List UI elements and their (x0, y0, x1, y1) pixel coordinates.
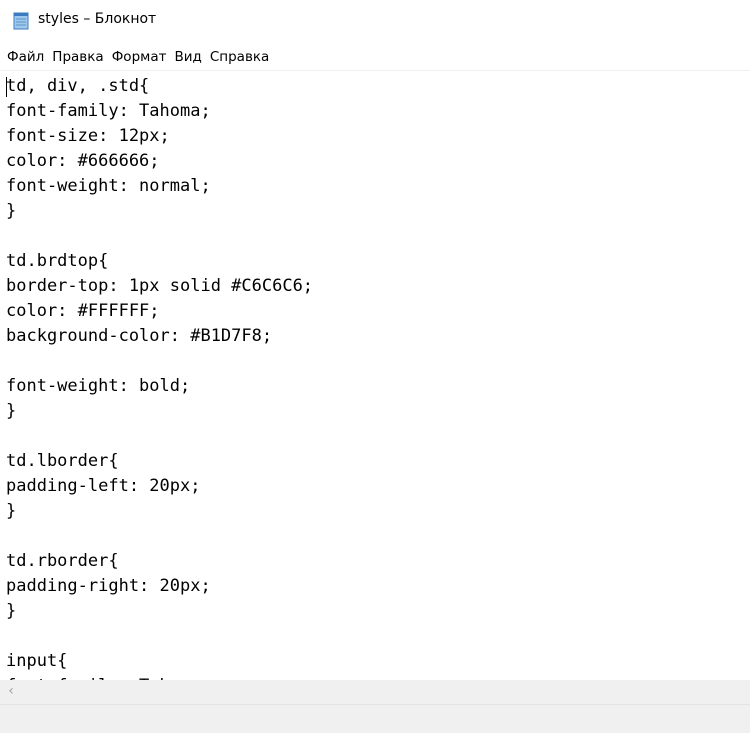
horizontal-scrollbar[interactable]: ‹ (0, 680, 750, 704)
editor-line: input{ (6, 651, 68, 671)
editor-line: color: #666666; (6, 151, 160, 171)
title-bar[interactable]: styles – Блокнот (0, 0, 750, 42)
chevron-left-icon[interactable]: ‹ (2, 681, 20, 701)
menu-format[interactable]: Формат (109, 46, 170, 68)
editor-content[interactable]: td, div, .std{ font-family: Tahoma; font-s… (6, 74, 313, 681)
notepad-window: styles – Блокнот Файл Правка Формат Вид … (0, 0, 750, 733)
editor-line: background-color: #B1D7F8; (6, 326, 273, 346)
window-title: styles – Блокнот (38, 11, 157, 27)
editor-line: td, div, .std{ (6, 76, 150, 96)
notepad-icon (13, 12, 29, 30)
editor-line: td.brdtop{ (6, 251, 109, 271)
editor-line: border-top: 1px solid #C6C6C6; (6, 276, 314, 296)
editor-line: } (6, 201, 17, 221)
menu-bar: Файл Правка Формат Вид Справка (0, 44, 750, 69)
menu-view[interactable]: Вид (171, 46, 204, 68)
text-editor[interactable]: td, div, .std{ font-family: Tahoma; font-s… (0, 70, 750, 681)
menu-help[interactable]: Справка (207, 46, 272, 68)
editor-line: } (6, 601, 17, 621)
editor-line: padding-left: 20px; (6, 476, 201, 496)
editor-line: padding-right: 20px; (6, 576, 211, 596)
editor-line: font-size: 12px; (6, 126, 170, 146)
editor-line: font-family: Tahoma; (6, 101, 211, 121)
editor-line: color: #FFFFFF; (6, 301, 160, 321)
status-bar (0, 704, 750, 733)
editor-line: } (6, 401, 17, 421)
editor-line: font-weight: bold; (6, 376, 191, 396)
editor-line: } (6, 501, 17, 521)
menu-file[interactable]: Файл (4, 46, 47, 68)
text-caret (6, 77, 7, 97)
editor-line: font-weight: normal; (6, 176, 211, 196)
editor-line: td.lborder{ (6, 451, 119, 471)
menu-edit[interactable]: Правка (49, 46, 106, 68)
editor-line: td.rborder{ (6, 551, 119, 571)
